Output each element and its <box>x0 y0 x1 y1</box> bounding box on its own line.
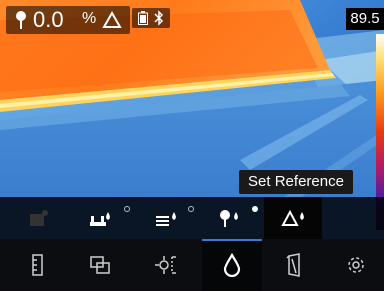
moisture-reading-unit: % <box>82 10 97 27</box>
delta-reference-button[interactable] <box>264 197 324 239</box>
layered-moisture-indicator <box>188 206 194 212</box>
scale-adjust-icon <box>32 254 43 276</box>
delta-icon <box>102 11 122 28</box>
moisture-mode-toolbar <box>0 197 384 239</box>
system-status-icons <box>132 8 170 28</box>
reading-panel: 0.0 % <box>6 6 130 34</box>
scale-max-value: 89.5 <box>346 8 384 30</box>
surface-moisture-button[interactable] <box>70 197 130 239</box>
image-blend-icon <box>90 256 110 274</box>
layered-moisture-icon <box>156 212 176 226</box>
delta-reference-icon <box>281 209 304 226</box>
thermal-camera-screen: 0.0 % 89.5 Set Reference <box>0 0 384 291</box>
moisture-reading-value: 0.0 <box>33 7 64 32</box>
measurement-spot-button[interactable] <box>138 239 194 291</box>
surface-moisture-icon <box>90 212 110 226</box>
settings-gear-icon <box>348 257 364 273</box>
pin-moisture-indicator <box>252 206 258 212</box>
bluetooth-icon <box>154 10 164 26</box>
moisture-drop-icon <box>223 253 241 277</box>
layered-moisture-button[interactable] <box>136 197 196 239</box>
moisture-mode-button[interactable] <box>204 239 260 291</box>
emissivity-icon <box>286 253 300 277</box>
probe-icon <box>16 11 26 29</box>
image-blend-button[interactable] <box>72 239 128 291</box>
scale-adjust-button[interactable] <box>10 239 66 291</box>
mode-disabled-icon <box>30 210 48 226</box>
pin-moisture-button[interactable] <box>200 197 260 239</box>
main-navigation-bar <box>0 239 384 291</box>
mode-disabled-button <box>8 197 68 239</box>
pin-moisture-icon <box>220 210 238 227</box>
measurement-spot-icon <box>155 256 176 274</box>
surface-moisture-indicator <box>124 206 130 212</box>
emissivity-button[interactable] <box>266 239 322 291</box>
tooltip-set-reference: Set Reference <box>239 170 353 194</box>
settings-button[interactable] <box>328 239 384 291</box>
battery-icon <box>138 11 148 25</box>
